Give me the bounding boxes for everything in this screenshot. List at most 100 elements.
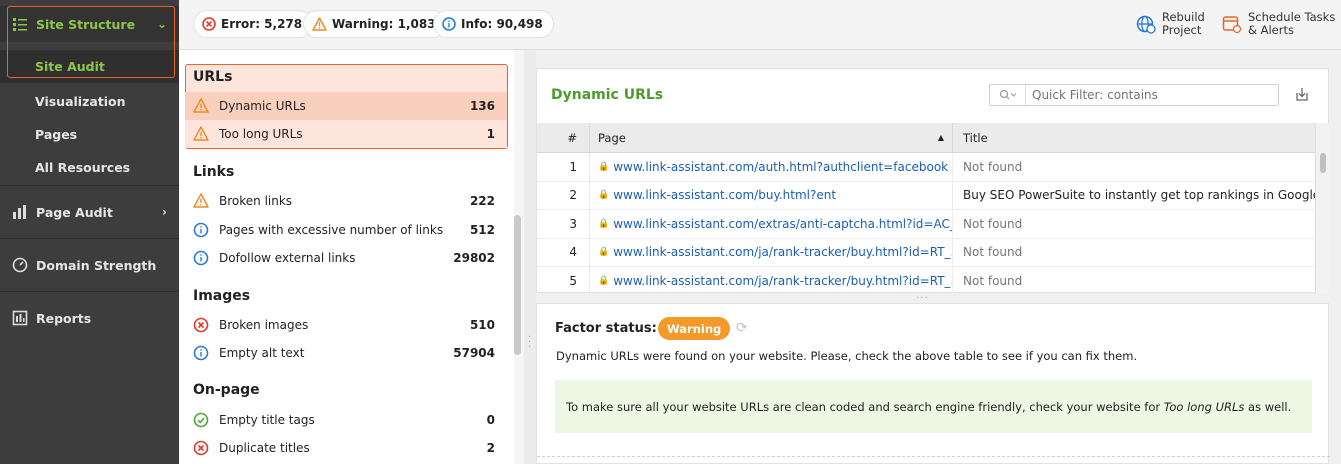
- panel-title: Dynamic URLs: [551, 87, 664, 103]
- row-page-link[interactable]: 🔒 www.link-assistant.com/extras/anti-capt…: [589, 210, 952, 238]
- info-count: Info: 90,498: [461, 17, 543, 31]
- issue-empty-title-tags[interactable]: Empty title tags 0: [185, 406, 507, 434]
- issue-label: Dofollow external links: [219, 251, 356, 265]
- issue-label: Pages with excessive number of links: [219, 223, 444, 237]
- warning-count: Warning: 1,083: [332, 17, 436, 31]
- issue-empty-alt-text[interactable]: Empty alt text 57904: [185, 339, 507, 367]
- row-page-url: www.link-assistant.com/auth.html?authcli…: [613, 159, 949, 174]
- table-scrollbar[interactable]: [1315, 123, 1329, 294]
- schedule-icon: [1222, 14, 1242, 34]
- row-page-link[interactable]: 🔒 www.link-assistant.com/ja/rank-tracker/…: [589, 238, 952, 266]
- col-page[interactable]: Page ▲: [589, 123, 952, 152]
- section-urls-title: URLs: [193, 69, 233, 85]
- chevron-right-icon: ›: [162, 205, 167, 219]
- row-title: Not found: [952, 238, 1315, 266]
- warning-icon: [193, 126, 209, 142]
- issue-label: Too long URLs: [219, 127, 303, 141]
- note-link[interactable]: Too long URLs: [1164, 400, 1245, 414]
- reports-icon: [12, 310, 28, 326]
- scrollbar-thumb[interactable]: [1320, 153, 1326, 173]
- sidebar: Site Structure ⌄ Site Audit Visualizatio…: [0, 0, 179, 464]
- schedule-label-1: Schedule Tasks: [1248, 10, 1336, 24]
- rebuild-label-2: Project: [1162, 23, 1202, 37]
- row-page-url: www.link-assistant.com/extras/anti-captc…: [613, 216, 952, 231]
- note-text-after: as well.: [1244, 399, 1292, 414]
- issue-excessive-links[interactable]: Pages with excessive number of links 512: [185, 216, 507, 244]
- row-page-link[interactable]: 🔒 www.link-assistant.com/auth.html?authcl…: [589, 153, 952, 181]
- info-count-pill[interactable]: Info: 90,498: [433, 10, 554, 38]
- nav-site-structure[interactable]: Site Structure ⌄: [0, 6, 179, 42]
- error-icon: [193, 440, 209, 456]
- export-icon[interactable]: [1294, 86, 1310, 105]
- error-count-pill[interactable]: Error: 5,278: [193, 10, 314, 38]
- issue-count: 1: [486, 127, 495, 141]
- issue-too-long-urls[interactable]: Too long URLs 1: [185, 120, 507, 148]
- warning-icon: [312, 17, 327, 31]
- lock-icon: 🔒: [598, 247, 610, 258]
- page-audit-icon: [12, 204, 28, 220]
- table-row[interactable]: 3 🔒 www.link-assistant.com/extras/anti-ca…: [537, 210, 1315, 239]
- check-icon: [193, 412, 209, 428]
- col-page-label: Page: [598, 130, 626, 145]
- nav-all-resources-label: All Resources: [35, 159, 131, 175]
- issues-scrollbar[interactable]: [514, 50, 524, 464]
- info-icon: [442, 17, 456, 31]
- quick-filter[interactable]: [989, 84, 1279, 106]
- issue-broken-images[interactable]: Broken images 510: [185, 311, 507, 339]
- nav-page-audit-label: Page Audit: [36, 204, 113, 220]
- table-row[interactable]: 4 🔒 www.link-assistant.com/ja/rank-tracke…: [537, 238, 1315, 267]
- panel-splitter[interactable]: · · ·: [524, 50, 536, 464]
- lock-icon: 🔒: [598, 276, 610, 287]
- row-page-url: www.link-assistant.com/ja/rank-tracker/b…: [613, 245, 952, 260]
- nav-domain-strength[interactable]: Domain Strength: [0, 247, 179, 283]
- scrollbar-thumb[interactable]: [514, 215, 521, 355]
- issue-label: Empty alt text: [219, 346, 305, 360]
- row-page-link[interactable]: 🔒 www.link-assistant.com/buy.html?ent: [589, 181, 952, 209]
- info-icon: [193, 222, 209, 238]
- nav-page-audit[interactable]: Page Audit ›: [0, 194, 179, 230]
- nav-visualization[interactable]: Visualization: [0, 86, 179, 116]
- row-title: Not found: [952, 153, 1315, 181]
- refresh-icon[interactable]: ⟳: [736, 320, 748, 336]
- factor-status-label: Factor status:: [555, 321, 657, 336]
- nav-visualization-label: Visualization: [35, 93, 126, 109]
- table-row[interactable]: 2 🔒 www.link-assistant.com/buy.html?ent B…: [537, 181, 1315, 210]
- col-title[interactable]: Title: [952, 123, 1315, 152]
- issue-broken-links[interactable]: Broken links 222: [185, 187, 507, 215]
- warning-count-pill[interactable]: Warning: 1,083: [303, 10, 447, 38]
- section-links-title: Links: [193, 164, 235, 180]
- issue-label: Dynamic URLs: [219, 99, 306, 113]
- issue-dofollow-external[interactable]: Dofollow external links 29802: [185, 244, 507, 272]
- nav-all-resources[interactable]: All Resources: [0, 152, 179, 182]
- col-number[interactable]: #: [537, 123, 589, 152]
- quick-filter-input[interactable]: [1026, 88, 1266, 102]
- issue-count: 510: [469, 318, 495, 332]
- rebuild-project-button[interactable]: Rebuild Project: [1136, 11, 1205, 37]
- issue-label: Broken links: [219, 194, 293, 208]
- nav-site-audit[interactable]: Site Audit: [0, 50, 179, 83]
- nav-reports[interactable]: Reports: [0, 300, 179, 336]
- issue-count: 2: [486, 441, 495, 455]
- row-page-link[interactable]: 🔒 www.link-assistant.com/ja/rank-tracker/…: [589, 267, 952, 296]
- error-count: Error: 5,278: [221, 17, 303, 31]
- search-icon[interactable]: [990, 85, 1026, 105]
- issue-count: 29802: [453, 251, 495, 265]
- issue-label: Broken images: [219, 318, 309, 332]
- issue-dynamic-urls[interactable]: Dynamic URLs 136: [185, 92, 507, 120]
- table-row[interactable]: 5 🔒 www.link-assistant.com/ja/rank-tracke…: [537, 267, 1315, 296]
- factor-note: To make sure all your website URLs are c…: [555, 380, 1312, 433]
- gauge-icon: [12, 257, 28, 273]
- row-number: 3: [569, 216, 577, 231]
- issue-duplicate-titles[interactable]: Duplicate titles 2: [185, 434, 507, 462]
- row-number: 1: [569, 159, 577, 174]
- issue-count: 0: [486, 413, 495, 427]
- schedule-tasks-button[interactable]: Schedule Tasks & Alerts: [1222, 11, 1335, 37]
- issue-count: 136: [469, 99, 495, 113]
- warning-icon: [193, 98, 209, 114]
- table-row[interactable]: 1 🔒 www.link-assistant.com/auth.html?auth…: [537, 153, 1315, 182]
- nav-pages[interactable]: Pages: [0, 119, 179, 149]
- top-bar: Error: 5,278 Warning: 1,083 Info: 90,498…: [179, 0, 1341, 50]
- issue-count: 57904: [453, 346, 495, 360]
- factor-description: Dynamic URLs were found on your website.…: [556, 349, 1138, 363]
- error-icon: [193, 317, 209, 333]
